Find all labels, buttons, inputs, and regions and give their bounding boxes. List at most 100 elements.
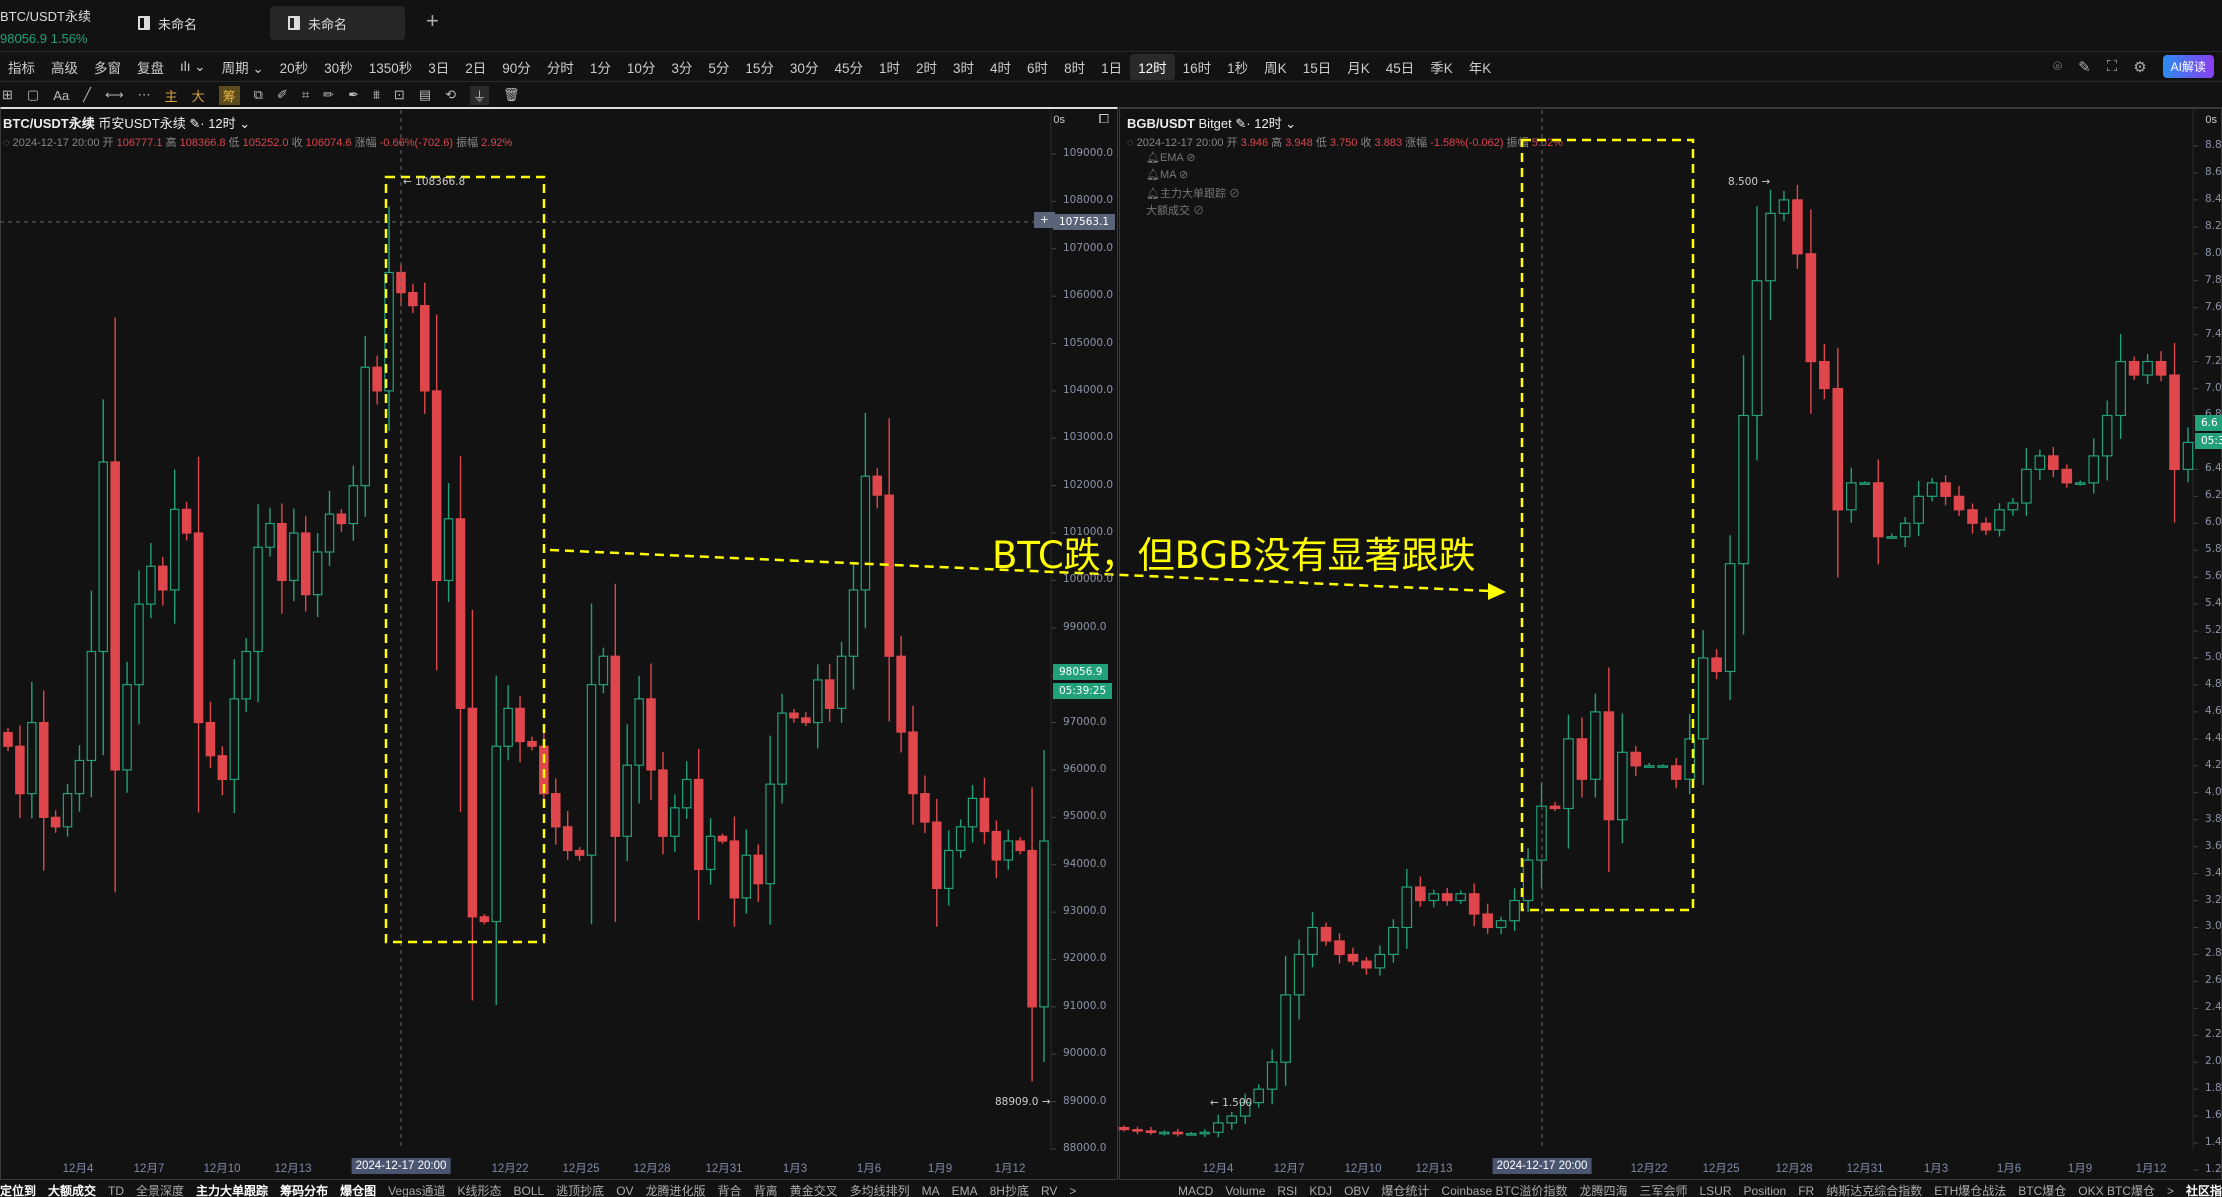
indicator-tab[interactable]: FR [1798,1184,1814,1197]
y-tick-label: 2.8 [2205,947,2222,960]
candle-body [2061,468,2073,484]
indicator-tab[interactable]: KDJ [1309,1184,1332,1197]
indicator-tab[interactable]: OV [616,1184,633,1197]
candle-body [1563,738,1574,810]
candle-body [1003,840,1014,861]
candle-body [1994,509,2005,531]
y-tick-label: 1.4 [2205,1136,2222,1149]
indicator-tab[interactable]: Position [1744,1184,1787,1197]
candle-body [15,745,25,795]
x-tick-label: 12月22 [1630,1163,1668,1175]
candle-body [955,826,966,852]
indicator-tab[interactable]: MA [922,1184,940,1197]
indicator-tab[interactable]: 社区指标 [2186,1184,2222,1197]
indicator-tab[interactable]: 筹码分布 [280,1184,328,1197]
candle-body [717,835,728,842]
indicator-tab[interactable]: K线形态 [457,1184,501,1197]
indicator-tab[interactable]: 全景深度 [136,1184,184,1197]
y-tick-label: 104000.0 [1063,383,1114,396]
candle-body [134,603,144,686]
indicator-tab[interactable]: 背离 [754,1184,778,1197]
candle-body [1172,1131,1184,1135]
indicator-tab[interactable]: 大额成交 [48,1184,96,1197]
candle-body [1832,387,1844,511]
indicator-tab[interactable]: 爆仓图 [340,1184,376,1197]
indicator-tab[interactable]: BTC爆仓 [2018,1184,2066,1197]
x-tick-label: 12月7 [1273,1163,1305,1175]
x-tick-label: 12月13 [274,1163,312,1175]
indicator-tab[interactable]: 逃顶抄底 [556,1184,604,1197]
candle-body [646,698,656,771]
x-tick-label: 12月4 [62,1163,94,1175]
y-tick-label: 5.2 [2205,624,2222,637]
indicator-tab[interactable]: Vegas通道 [388,1184,445,1197]
candle-body [420,305,430,392]
y-tick-label: 91000.0 [1063,999,1107,1012]
candle-body [1388,926,1399,956]
candle-body [193,532,204,724]
y-tick-label: 105000.0 [1063,336,1114,349]
indicator-tab[interactable]: 龙腾四海 [1579,1184,1627,1197]
indicator-tab[interactable]: 纳斯达克综合指数 [1826,1184,1922,1197]
indicator-tab[interactable]: 黄金交叉 [790,1184,838,1197]
indicator-tab[interactable]: TD [108,1184,124,1197]
candle-body [1697,657,1709,740]
candle-body [1132,1128,1143,1132]
indicator-tab[interactable]: 多均线排列 [850,1184,910,1197]
indicator-tab[interactable]: 龙腾进化版 [646,1184,706,1197]
candle-body [2048,455,2059,470]
x-tick-label: 12月10 [203,1163,241,1175]
indicator-tab[interactable]: RV [1041,1184,1057,1197]
indicator-tab[interactable]: EMA [952,1184,978,1197]
candle-body [848,589,859,657]
candle-body [169,508,180,591]
candle-body [1455,893,1467,902]
indicator-tab[interactable]: OBV [1344,1184,1369,1197]
candle-body [336,513,347,525]
indicator-tab[interactable]: > [2167,1184,2174,1197]
candle-body [896,655,906,733]
indicator-tab[interactable]: BOLL [513,1184,544,1197]
x-tick-label: 12月31 [705,1163,743,1175]
candle-body [2115,360,2126,417]
x-tick-label: 1月12 [2135,1163,2167,1175]
y-tick-label: 102000.0 [1063,478,1114,491]
indicator-tab[interactable]: 8H抄底 [990,1184,1029,1197]
indicator-tab[interactable]: 定位到 [0,1184,36,1197]
indicator-tab[interactable]: Volume [1225,1184,1265,1197]
y-tick-label: 88000.0 [1063,1142,1107,1154]
indicator-tab[interactable]: OKX BTC爆仓 [2078,1184,2155,1197]
x-tick-label: 12月13 [1415,1163,1453,1175]
indicator-tab[interactable]: > [1069,1184,1076,1197]
candle-body [1522,859,1534,902]
x-tick-label: 12月7 [133,1163,165,1175]
candle-body [1603,711,1615,821]
indicator-tab[interactable]: 爆仓统计 [1381,1184,1429,1197]
indicator-tab[interactable]: Coinbase BTC溢价指数 [1441,1184,1567,1197]
candle-body [86,650,97,762]
candle-body [1347,953,1359,962]
candle-body [527,740,537,747]
right-indicator-list: MACD Volume RSI KDJ OBV 爆仓统计 Coinbase BTC溢价指数龙… [1178,1182,2222,1197]
candle-body [372,366,382,392]
candle-body [1320,926,1332,942]
candle-body [27,721,37,795]
x-tick-label: 1月9 [2067,1163,2093,1175]
indicator-tab[interactable]: 三军会师 [1639,1184,1687,1197]
y-tick-label: 4.4 [2205,731,2222,744]
indicator-tab[interactable]: 背合 [718,1184,742,1197]
candle-body [1899,522,1911,538]
y-tick-label: 109000.0 [1063,147,1114,159]
indicator-tab[interactable]: ETH爆仓战法 [1934,1184,2006,1197]
candle-body [146,565,156,605]
candle-body [229,698,240,781]
y-tick-label: 2.0 [2205,1055,2222,1068]
y-tick-label: 8.0 [2205,246,2222,259]
candle-body [98,461,109,653]
indicator-tab[interactable]: LSUR [1700,1184,1732,1197]
candle-body [241,650,251,700]
indicator-tab[interactable]: 主力大单跟踪 [196,1184,268,1197]
candle-body [1967,509,1978,524]
indicator-tab[interactable]: RSI [1277,1184,1297,1197]
indicator-tab[interactable]: MACD [1178,1184,1213,1197]
